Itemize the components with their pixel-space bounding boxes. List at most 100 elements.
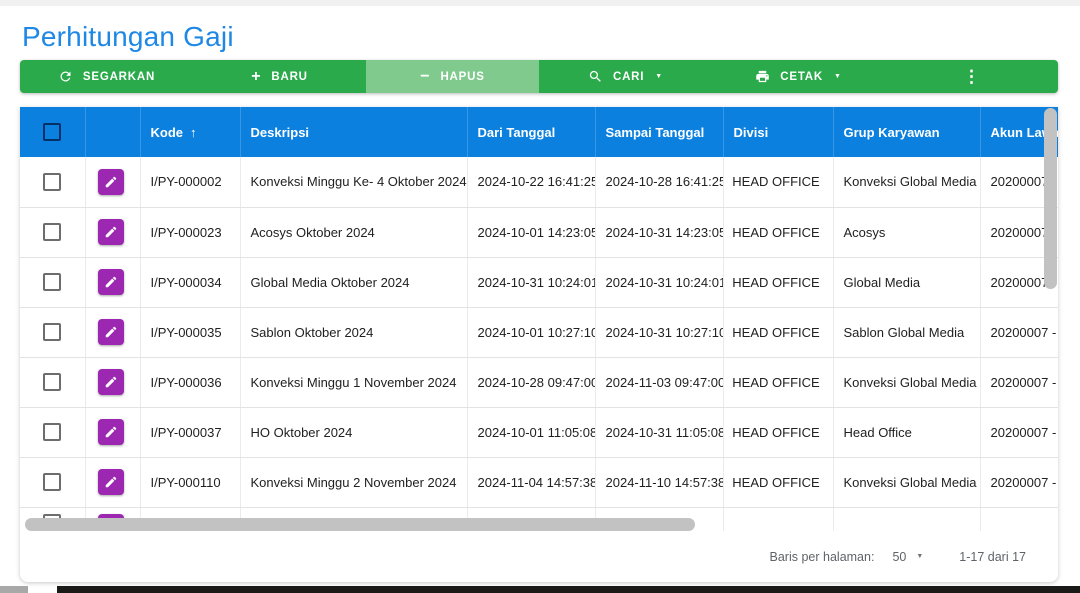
row-checkbox[interactable] <box>43 173 61 191</box>
column-header-kode[interactable]: Kode↑ <box>140 107 240 157</box>
horizontal-scrollbar[interactable] <box>25 518 695 531</box>
delete-button[interactable]: − HAPUS <box>366 60 539 93</box>
edit-column-header <box>85 107 140 157</box>
cell-divisi: HEAD OFFICE <box>723 207 833 257</box>
column-header-grup-karyawan[interactable]: Grup Karyawan <box>833 107 980 157</box>
table-viewport: Kode↑ Deskripsi Dari Tanggal Sampai Tang… <box>20 107 1058 531</box>
refresh-button[interactable]: SEGARKAN <box>20 60 193 93</box>
cell-deskripsi: Konveksi Minggu 2 November 2024 <box>240 457 467 507</box>
cell-dari-tanggal: 2024-10-31 10:24:01 <box>467 257 595 307</box>
print-button[interactable]: CETAK ▼ <box>712 60 885 93</box>
cell-dari-tanggal: 2024-10-01 10:27:10 <box>467 307 595 357</box>
bottom-window-edge <box>57 586 1080 593</box>
print-button-label: CETAK <box>780 71 823 83</box>
row-checkbox[interactable] <box>43 423 61 441</box>
pencil-icon <box>104 175 118 189</box>
cell-dari-tanggal: 2024-11-04 14:57:38 <box>467 457 595 507</box>
edit-row-button[interactable] <box>98 169 124 195</box>
cell-kode: I/PY-000034 <box>140 257 240 307</box>
cell-divisi: HEAD OFFICE <box>723 357 833 407</box>
toolbar: SEGARKAN + BARU − HAPUS CARI ▼ CETAK ▼ ⋮ <box>20 60 1058 93</box>
cell-sampai-tanggal: 2024-11-10 14:57:38 <box>595 457 723 507</box>
row-select-cell <box>20 407 85 457</box>
refresh-icon <box>58 69 73 84</box>
sort-ascending-icon: ↑ <box>190 125 197 140</box>
pencil-icon <box>104 325 118 339</box>
table-row: I/PY-000037 HO Oktober 2024 2024-10-01 1… <box>20 407 1058 457</box>
cell-grup-karyawan: Konveksi Global Media <box>833 357 980 407</box>
select-all-checkbox[interactable] <box>43 123 61 141</box>
table-row: I/PY-000034 Global Media Oktober 2024 20… <box>20 257 1058 307</box>
row-edit-cell <box>85 357 140 407</box>
edit-row-button[interactable] <box>98 269 124 295</box>
cell-deskripsi: Acosys Oktober 2024 <box>240 207 467 257</box>
search-button[interactable]: CARI ▼ <box>539 60 712 93</box>
rows-per-page-label: Baris per halaman: <box>770 550 875 564</box>
edit-row-button[interactable] <box>98 419 124 445</box>
table-row: I/PY-000035 Sablon Oktober 2024 2024-10-… <box>20 307 1058 357</box>
table-row: I/PY-000110 Konveksi Minggu 2 November 2… <box>20 457 1058 507</box>
cell-deskripsi: Konveksi Minggu Ke- 4 Oktober 2024 <box>240 157 467 207</box>
payroll-table: Kode↑ Deskripsi Dari Tanggal Sampai Tang… <box>20 107 1058 531</box>
cell-sampai-tanggal: 2024-10-31 14:23:05 <box>595 207 723 257</box>
printer-icon <box>755 69 770 84</box>
edit-row-button[interactable] <box>98 219 124 245</box>
edit-row-button[interactable] <box>98 469 124 495</box>
edit-row-button[interactable] <box>98 319 124 345</box>
plus-icon: + <box>251 69 261 85</box>
row-checkbox[interactable] <box>43 323 61 341</box>
row-select-cell <box>20 257 85 307</box>
top-window-edge <box>0 0 1080 6</box>
row-checkbox[interactable] <box>43 223 61 241</box>
cell-sampai-tanggal: 2024-11-03 09:47:00 <box>595 357 723 407</box>
cell-divisi: HEAD OFFICE <box>723 157 833 207</box>
new-button[interactable]: + BARU <box>193 60 366 93</box>
vertical-scrollbar[interactable] <box>1044 108 1057 289</box>
row-edit-cell <box>85 407 140 457</box>
chevron-down-icon: ▼ <box>834 73 842 80</box>
refresh-button-label: SEGARKAN <box>83 71 155 83</box>
select-all-header-cell <box>20 107 85 157</box>
row-checkbox[interactable] <box>43 473 61 491</box>
more-options-button[interactable]: ⋮ <box>885 60 1058 93</box>
search-icon <box>588 69 603 84</box>
pencil-icon <box>104 375 118 389</box>
cell-sampai-tanggal: 2024-10-28 16:41:25 <box>595 157 723 207</box>
cell-divisi <box>723 507 833 531</box>
column-header-sampai-tanggal[interactable]: Sampai Tanggal <box>595 107 723 157</box>
cell-kode: I/PY-000035 <box>140 307 240 357</box>
row-select-cell <box>20 357 85 407</box>
cell-kode: I/PY-000036 <box>140 357 240 407</box>
row-checkbox[interactable] <box>43 373 61 391</box>
page-title: Perhitungan Gaji <box>22 21 234 53</box>
cell-sampai-tanggal: 2024-10-31 10:24:01 <box>595 257 723 307</box>
row-select-cell <box>20 307 85 357</box>
cell-grup-karyawan: Konveksi Global Media <box>833 157 980 207</box>
rows-per-page-select[interactable]: 50 ▼ <box>892 550 923 564</box>
cell-divisi: HEAD OFFICE <box>723 407 833 457</box>
row-select-cell <box>20 457 85 507</box>
column-header-divisi[interactable]: Divisi <box>723 107 833 157</box>
edit-row-button[interactable] <box>98 369 124 395</box>
table-row: I/PY-000036 Konveksi Minggu 1 November 2… <box>20 357 1058 407</box>
cell-sampai-tanggal: 2024-10-31 11:05:08 <box>595 407 723 457</box>
table-header-row: Kode↑ Deskripsi Dari Tanggal Sampai Tang… <box>20 107 1058 157</box>
column-header-deskripsi[interactable]: Deskripsi <box>240 107 467 157</box>
pagination-bar: Baris per halaman: 50 ▼ 1-17 dari 17 <box>20 531 1058 582</box>
cell-kode: I/PY-000110 <box>140 457 240 507</box>
new-button-label: BARU <box>271 71 307 83</box>
cell-kode: I/PY-000002 <box>140 157 240 207</box>
cell-dari-tanggal: 2024-10-01 11:05:08 <box>467 407 595 457</box>
cell-grup-karyawan <box>833 507 980 531</box>
minus-icon: − <box>420 69 430 85</box>
cell-grup-karyawan: Konveksi Global Media <box>833 457 980 507</box>
cell-sampai-tanggal: 2024-10-31 10:27:10 <box>595 307 723 357</box>
row-checkbox[interactable] <box>43 273 61 291</box>
row-edit-cell <box>85 307 140 357</box>
pencil-icon <box>104 275 118 289</box>
cell-deskripsi: Global Media Oktober 2024 <box>240 257 467 307</box>
cell-dari-tanggal: 2024-10-01 14:23:05 <box>467 207 595 257</box>
data-table-card: Kode↑ Deskripsi Dari Tanggal Sampai Tang… <box>20 107 1058 582</box>
column-header-dari-tanggal[interactable]: Dari Tanggal <box>467 107 595 157</box>
cell-dari-tanggal: 2024-10-22 16:41:25 <box>467 157 595 207</box>
